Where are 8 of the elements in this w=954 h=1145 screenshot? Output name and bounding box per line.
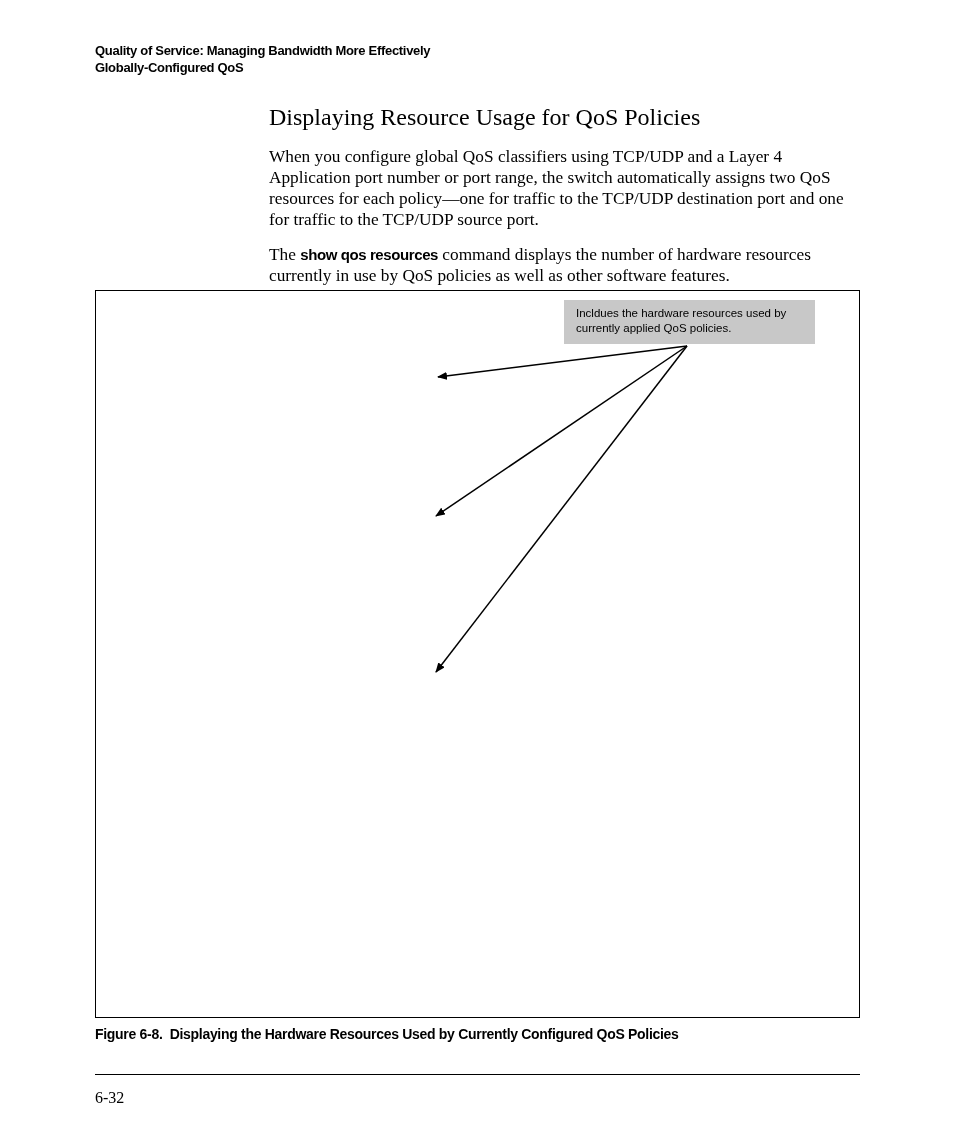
- section-heading: Displaying Resource Usage for QoS Policies: [269, 103, 701, 132]
- body-paragraph: When you configure global QoS classifiers using TCP/UDP and a Layer 4 Application port number or port range, the switch automatically assigns two QoS resources for each policy—one for traffic to the TCP/UDP destination port and one for traffic to the TCP/UDP source port.: [269, 146, 845, 230]
- running-header: Quality of Service: Managing Bandwidth More Effectively: [95, 42, 431, 59]
- body-paragraph: The show qos resources command displays the number of hardware resources currently in use by QoS policies as well as other software features.: [269, 244, 812, 286]
- callout-note: Incldues the hardware resources used by currently applied QoS policies.: [564, 300, 815, 344]
- figure-caption: Figure 6-8. Displaying the Hardware Resources Used by Currently Configured QoS Policies: [95, 1026, 679, 1042]
- page-number: 6-32: [95, 1089, 125, 1107]
- running-header: Globally-Configured QoS: [95, 59, 244, 76]
